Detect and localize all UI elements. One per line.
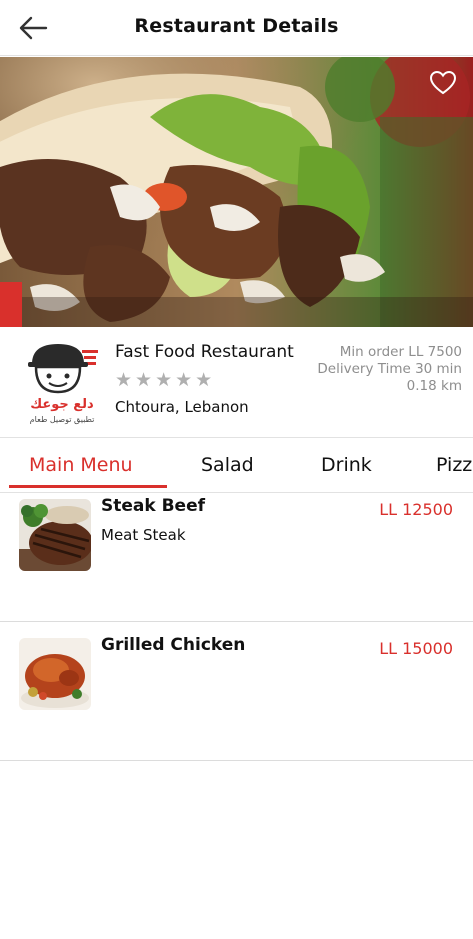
steak-beef-thumbnail xyxy=(19,499,91,571)
menu-item-price: LL 12500 xyxy=(379,500,453,519)
menu-item-name: Grilled Chicken xyxy=(101,635,246,655)
menu-item-price: LL 15000 xyxy=(379,639,453,658)
restaurant-name: Fast Food Restaurant xyxy=(115,342,294,362)
favorite-button[interactable] xyxy=(429,70,457,96)
delivery-time-text: Delivery Time 30 min xyxy=(317,361,462,377)
hero-accent-marker xyxy=(0,282,22,327)
tab-drink[interactable]: Drink xyxy=(321,454,372,476)
tab-main-menu[interactable]: Main Menu xyxy=(29,454,133,476)
restaurant-hero-image xyxy=(0,57,473,327)
restaurant-logo: دلع جوعك تطبيق توصيل طعام xyxy=(24,336,102,428)
menu-item[interactable]: Steak Beef Meat Steak LL 12500 xyxy=(0,484,473,622)
grilled-chicken-thumbnail xyxy=(19,638,91,710)
menu-item-name: Steak Beef xyxy=(101,496,206,516)
menu-item-description: Meat Steak xyxy=(101,526,186,544)
tab-salad[interactable]: Salad xyxy=(201,454,254,476)
heart-outline-icon xyxy=(429,70,457,95)
delivery-meta: Min order LL 7500 Delivery Time 30 min 0… xyxy=(317,344,462,395)
min-order-text: Min order LL 7500 xyxy=(339,344,462,360)
restaurant-logo-chef-hat-face: دلع جوعك تطبيق توصيل طعام xyxy=(28,344,98,424)
menu-item[interactable]: Grilled Chicken LL 15000 xyxy=(0,623,473,761)
distance-text: 0.18 km xyxy=(406,378,462,394)
svg-text:تطبيق توصيل طعام: تطبيق توصيل طعام xyxy=(30,415,95,424)
page-title: Restaurant Details xyxy=(134,15,339,37)
restaurant-location: Chtoura, Lebanon xyxy=(115,398,249,416)
rating-stars: ★★★★★ xyxy=(115,369,216,391)
svg-text:دلع جوعك: دلع جوعك xyxy=(30,397,94,412)
top-app-bar: Restaurant Details xyxy=(0,0,473,56)
restaurant-info-card: دلع جوعك تطبيق توصيل طعام Fast Food Rest… xyxy=(0,328,473,436)
tab-pizza[interactable]: Pizza xyxy=(436,454,473,476)
